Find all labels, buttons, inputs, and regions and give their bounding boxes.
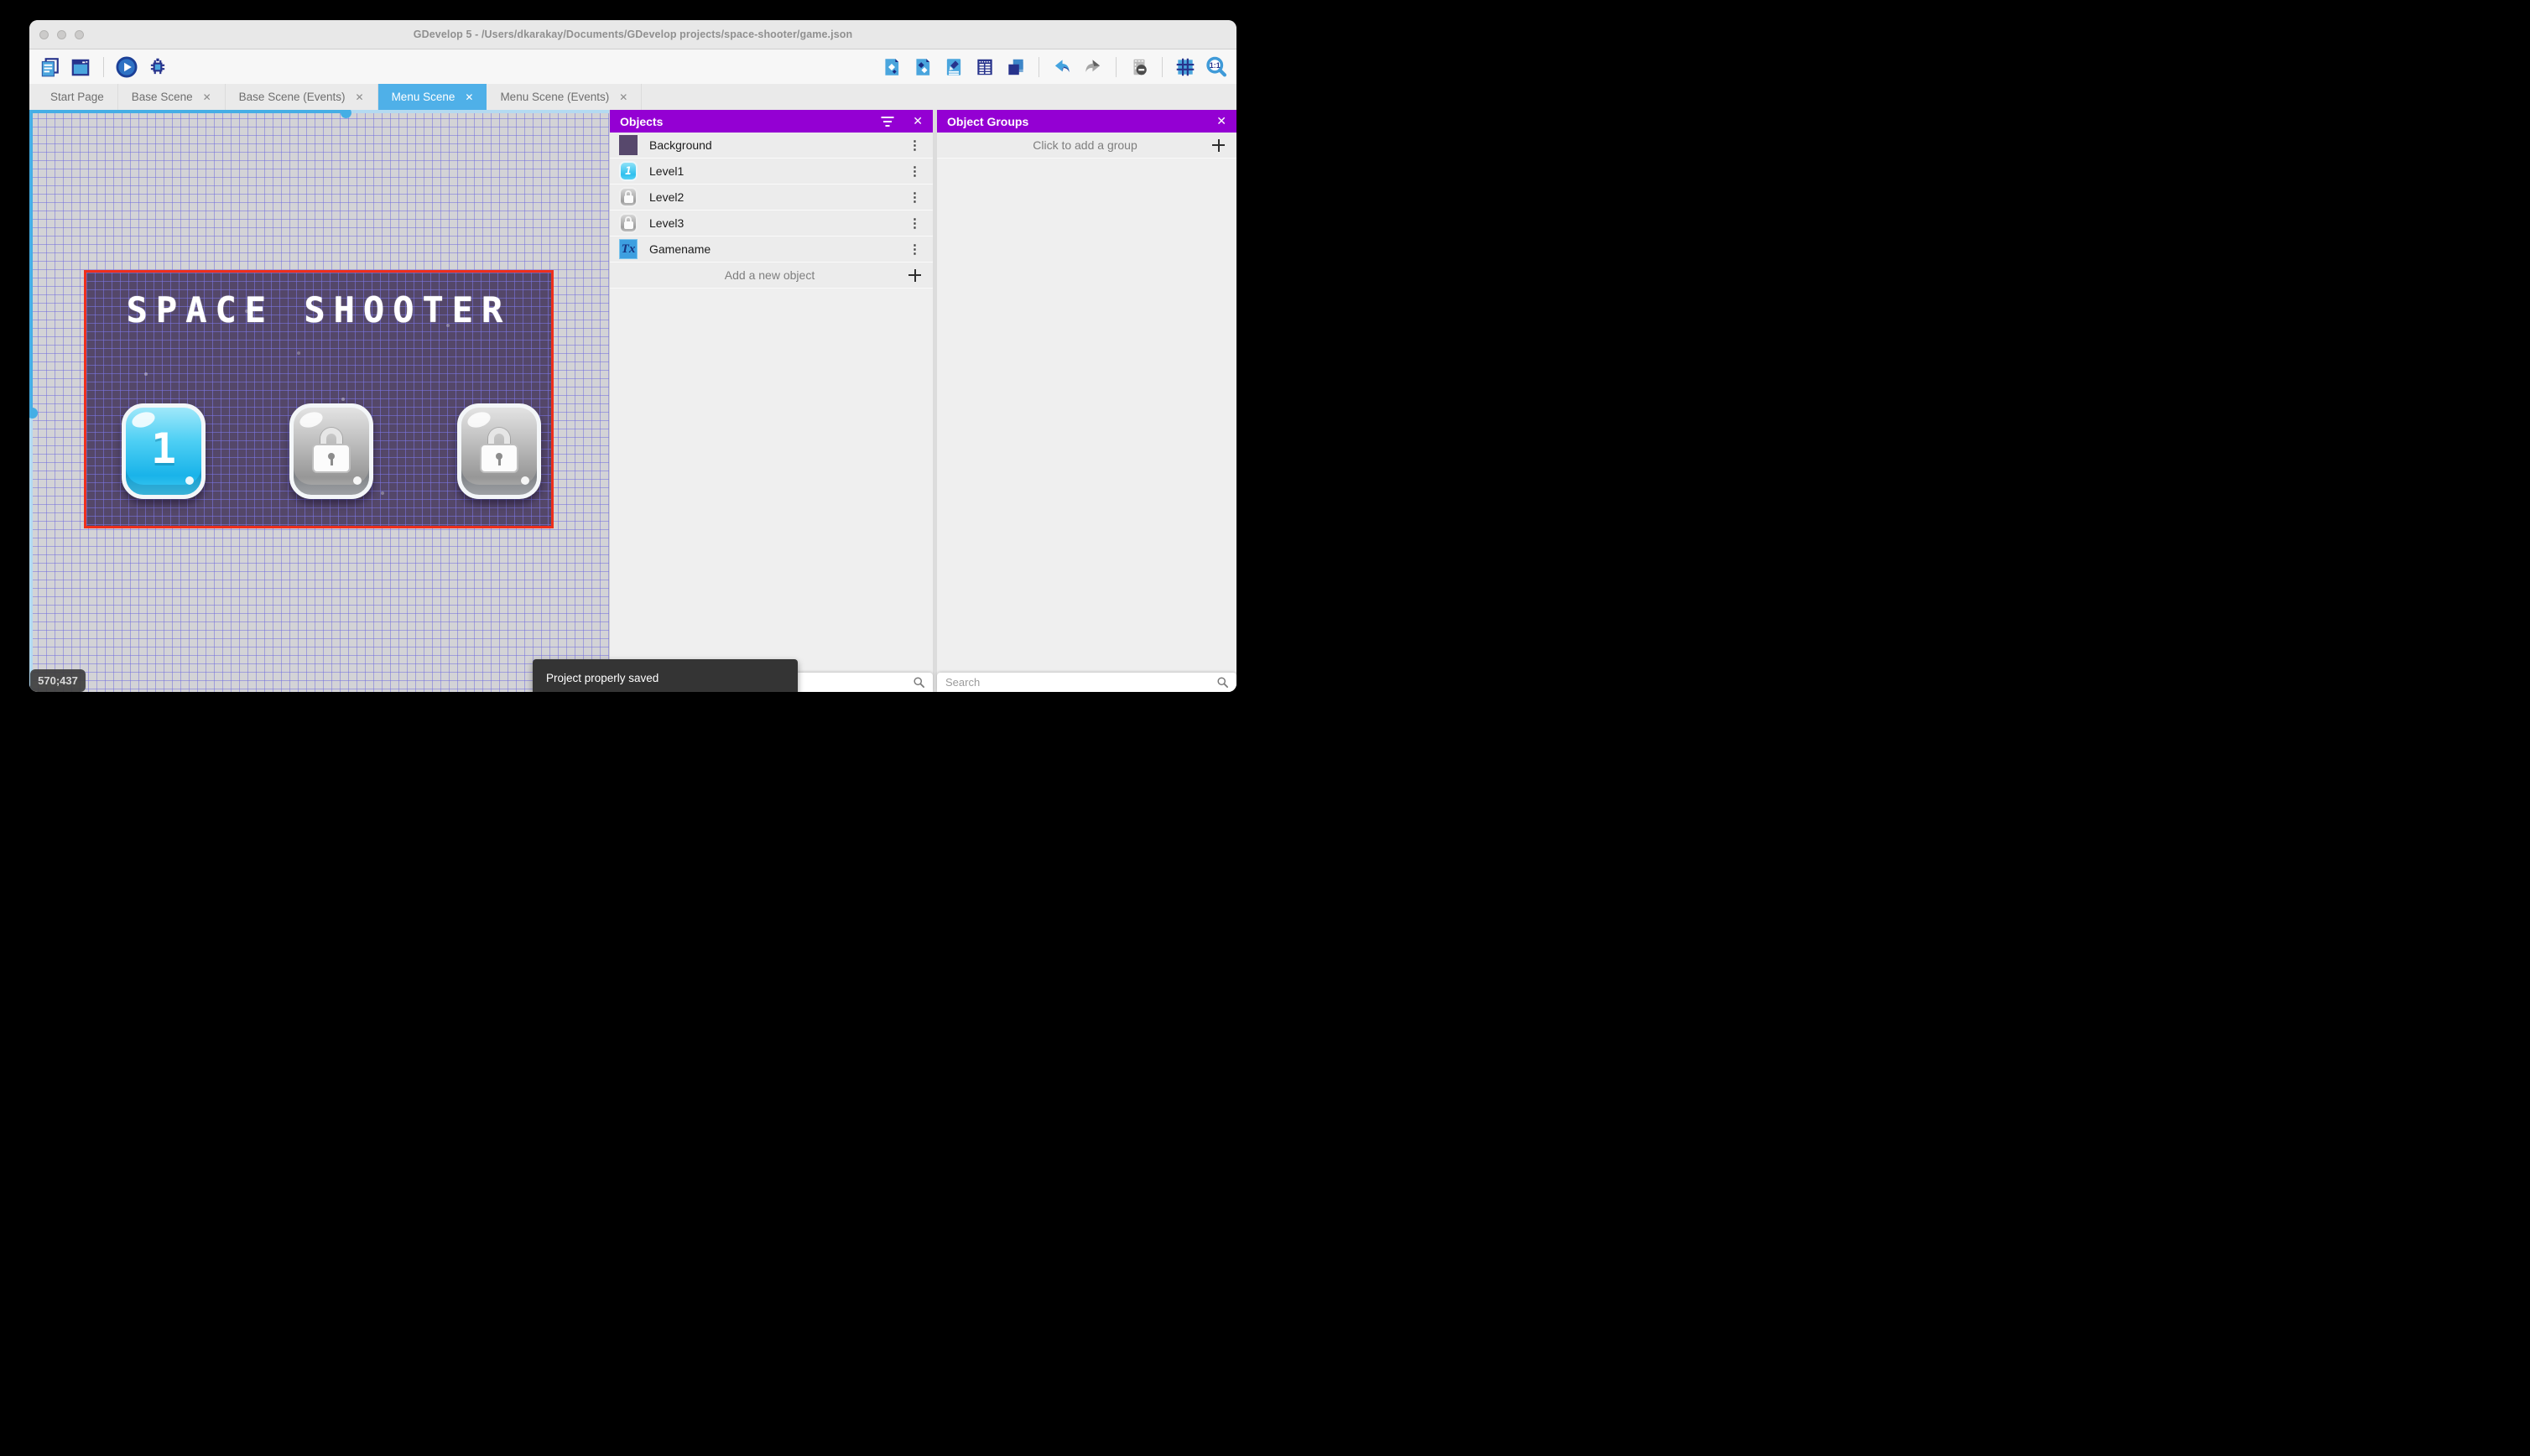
object-menu-icon[interactable]: ⋮ (908, 217, 921, 230)
filter-icon[interactable] (881, 116, 894, 127)
cursor-coordinates-badge: 570;437 (30, 669, 86, 692)
object-menu-icon[interactable]: ⋮ (908, 165, 921, 178)
properties-icon[interactable] (942, 55, 966, 79)
tab-start-page[interactable]: Start Page (37, 84, 118, 110)
tab-menu-scene-events[interactable]: Menu Scene (Events) ✕ (487, 84, 643, 110)
project-manager-icon[interactable] (38, 55, 61, 79)
panel-title: Objects (620, 114, 664, 128)
plus-icon (1212, 138, 1225, 152)
close-panel-icon[interactable]: ✕ (1216, 114, 1226, 128)
object-row-level2[interactable]: Level2 ⋮ (610, 185, 933, 211)
tab-menu-scene[interactable]: Menu Scene ✕ (377, 84, 487, 110)
object-row-background[interactable]: Background ⋮ (610, 133, 933, 159)
vertical-scrollbar-thumb[interactable] (29, 408, 38, 419)
redo-icon[interactable] (1081, 55, 1105, 79)
toolbar-left-group (38, 55, 169, 79)
play-icon[interactable] (115, 55, 138, 79)
locked-button-icon (618, 187, 638, 207)
plus-icon (908, 268, 921, 282)
object-row-gamename[interactable]: Tx Gamename ⋮ (610, 237, 933, 263)
close-tab-icon[interactable]: ✕ (203, 91, 211, 103)
object-groups-editor-icon[interactable] (911, 55, 934, 79)
titlebar: GDevelop 5 - /Users/dkarakay/Documents/G… (29, 20, 1236, 49)
object-groups-empty-area (937, 159, 1236, 673)
vertical-scrollbar-track[interactable] (29, 413, 33, 692)
svg-text:1:1: 1:1 (1210, 60, 1221, 69)
vertical-scrollbar[interactable] (29, 110, 33, 413)
window-title: GDevelop 5 - /Users/dkarakay/Documents/G… (413, 29, 853, 40)
debug-icon[interactable] (146, 55, 169, 79)
objects-list: Background ⋮ 1 Level1 ⋮ Level2 ⋮ Level3 … (610, 133, 933, 673)
zoom-window-icon[interactable] (75, 29, 84, 39)
toolbar-divider (1116, 56, 1117, 77)
traffic-lights (39, 20, 84, 49)
tab-bar: Start Page Base Scene ✕ Base Scene (Event… (29, 84, 1236, 110)
gdevelop-window: GDevelop 5 - /Users/dkarakay/Documents/G… (29, 20, 1236, 692)
object-groups-search-input[interactable] (937, 673, 1236, 692)
toolbar-divider (103, 56, 104, 77)
object-groups-panel-header: Object Groups ✕ (937, 110, 1236, 133)
object-groups-panel: Object Groups ✕ Click to add a group (937, 110, 1236, 692)
objects-panel: Objects ✕ Background ⋮ 1 Level1 ⋮ Level2… (609, 110, 933, 692)
horizontal-scrollbar[interactable] (29, 110, 346, 113)
stars-decoration (86, 273, 88, 274)
grid-icon[interactable] (1174, 55, 1197, 79)
objects-panel-header: Objects ✕ (610, 110, 933, 133)
panel-title: Object Groups (947, 114, 1029, 128)
horizontal-scrollbar-thumb[interactable] (341, 110, 351, 118)
lock-icon (312, 428, 351, 473)
toolbar: 1:1 (29, 49, 1236, 84)
object-row-level1[interactable]: 1 Level1 ⋮ (610, 159, 933, 185)
capture-disabled-icon[interactable] (1127, 55, 1151, 79)
level1-button-icon: 1 (618, 161, 638, 181)
undo-icon[interactable] (1050, 55, 1074, 79)
toolbar-divider (1162, 56, 1163, 77)
scene-canvas[interactable]: SPACE SHOOTER 1 570;437 (29, 110, 609, 692)
horizontal-scrollbar-track[interactable] (346, 110, 609, 113)
background-swatch-icon (618, 135, 638, 155)
text-object-icon: Tx (618, 239, 638, 259)
search-icon (1217, 677, 1228, 688)
layers-icon[interactable] (1004, 55, 1028, 79)
add-group-button[interactable]: Click to add a group (937, 133, 1236, 159)
game-title-text-instance[interactable]: SPACE SHOOTER (86, 289, 551, 330)
level3-button-instance[interactable] (457, 403, 541, 499)
scene-window-frame[interactable]: SPACE SHOOTER 1 (84, 270, 554, 528)
level1-button-instance[interactable]: 1 (122, 403, 206, 499)
object-menu-icon[interactable]: ⋮ (908, 243, 921, 256)
tab-base-scene[interactable]: Base Scene ✕ (118, 84, 226, 110)
save-toast: Project properly saved (533, 659, 798, 692)
object-groups-search-bar (937, 673, 1236, 692)
minimize-window-icon[interactable] (57, 29, 66, 39)
tab-base-scene-events[interactable]: Base Scene (Events) ✕ (226, 84, 378, 110)
scene-editor-icon[interactable] (69, 55, 92, 79)
objects-editor-icon[interactable] (880, 55, 903, 79)
zoom-1-1-icon[interactable]: 1:1 (1205, 55, 1228, 79)
toolbar-right-group: 1:1 (880, 55, 1228, 79)
object-menu-icon[interactable]: ⋮ (908, 139, 921, 152)
search-icon (914, 677, 924, 688)
close-window-icon[interactable] (39, 29, 49, 39)
object-row-level3[interactable]: Level3 ⋮ (610, 211, 933, 237)
close-tab-icon[interactable]: ✕ (465, 91, 473, 103)
add-new-object-button[interactable]: Add a new object (610, 263, 933, 289)
lock-icon (480, 428, 518, 473)
close-tab-icon[interactable]: ✕ (356, 91, 364, 103)
locked-button-icon (618, 213, 638, 233)
close-panel-icon[interactable]: ✕ (913, 114, 923, 128)
level2-button-instance[interactable] (289, 403, 373, 499)
instances-list-icon[interactable] (973, 55, 997, 79)
object-menu-icon[interactable]: ⋮ (908, 191, 921, 204)
close-tab-icon[interactable]: ✕ (619, 91, 627, 103)
